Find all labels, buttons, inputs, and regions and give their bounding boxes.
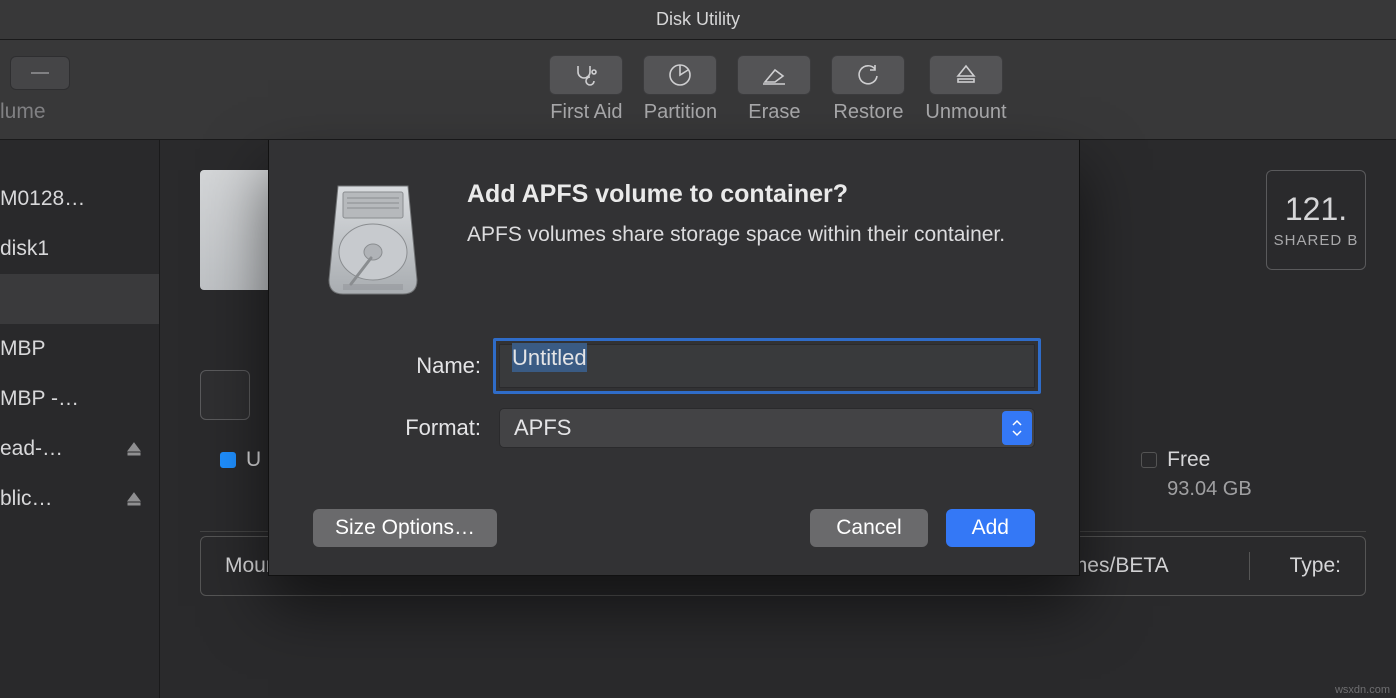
toolbar-left-label: lume [0, 100, 46, 124]
window-title: Disk Utility [656, 9, 740, 30]
type-label: Type: [1290, 554, 1341, 578]
eraser-icon [761, 64, 787, 86]
sidebar-item-label: disk1 [0, 237, 49, 261]
eject-icon[interactable] [125, 490, 143, 508]
eject-icon[interactable] [125, 440, 143, 458]
format-value: APFS [514, 415, 571, 441]
eject-icon [955, 63, 977, 87]
capacity-value: 121. [1285, 191, 1347, 228]
format-select[interactable]: APFS [499, 408, 1035, 448]
toolbar-label: Partition [644, 101, 717, 124]
toolbar-label: Restore [833, 101, 903, 124]
sidebar-item-label: MBP [0, 337, 46, 361]
erase-button[interactable] [737, 55, 811, 95]
legend-used: U [220, 448, 261, 501]
toolbar-item-partition[interactable]: Partition [643, 55, 717, 124]
add-volume-sheet: Add APFS volume to container? APFS volum… [268, 140, 1080, 576]
stethoscope-icon [572, 63, 600, 87]
watermark: wsxdn.com [1335, 684, 1390, 696]
partition-button[interactable] [643, 55, 717, 95]
form-row-name: Name: Untitled [313, 344, 1035, 388]
name-label: Name: [313, 353, 499, 379]
toolbar-item-unmount[interactable]: Unmount [925, 55, 1006, 124]
toolbar-item-restore[interactable]: Restore [831, 55, 905, 124]
sheet-form: Name: Untitled Format: APFS [313, 344, 1035, 448]
select-arrows-icon [1002, 411, 1032, 445]
sidebar-item[interactable]: disk1 [0, 224, 159, 274]
sidebar-item-label: ead-… [0, 437, 63, 461]
legend-swatch-free [1141, 452, 1157, 468]
sidebar: M0128… disk1 MBP MBP -… ead-… blic… [0, 140, 160, 698]
toolbar-label: Unmount [925, 101, 1006, 124]
legend-used-label: U [246, 448, 261, 472]
name-input[interactable]: Untitled [499, 344, 1035, 388]
toolbar-label: Erase [748, 101, 800, 124]
toolbar-item-firstaid[interactable]: First Aid [549, 55, 623, 124]
legend-free: Free 93.04 GB [1141, 448, 1252, 501]
titlebar: Disk Utility [0, 0, 1396, 40]
toolbar: lume First Aid Partition [0, 40, 1396, 140]
sheet-title: Add APFS volume to container? [467, 180, 1005, 209]
sidebar-item-label: blic… [0, 487, 53, 511]
usage-segment [200, 370, 250, 420]
restore-icon [855, 63, 881, 87]
unmount-button[interactable] [929, 55, 1003, 95]
toolbar-left-group: lume [0, 56, 160, 124]
sidebar-item[interactable]: M0128… [0, 174, 159, 224]
sidebar-item[interactable]: blic… [0, 474, 159, 524]
capacity-subtitle: SHARED B [1274, 232, 1359, 249]
minus-icon [31, 72, 49, 74]
cancel-button[interactable]: Cancel [810, 509, 927, 547]
toolbar-label: First Aid [550, 101, 622, 124]
sidebar-item[interactable]: MBP [0, 324, 159, 374]
name-input-value: Untitled [512, 343, 587, 372]
pie-icon [667, 62, 693, 88]
size-options-button[interactable]: Size Options… [313, 509, 497, 547]
sheet-subtitle: APFS volumes share storage space within … [467, 223, 1005, 247]
remove-volume-button[interactable] [10, 56, 70, 90]
add-button[interactable]: Add [946, 509, 1035, 547]
capacity-summary: 121. SHARED B [1266, 170, 1366, 270]
sheet-button-row: Size Options… Cancel Add [313, 509, 1035, 547]
toolbar-item-erase[interactable]: Erase [737, 55, 811, 124]
legend-free-value: 93.04 GB [1141, 478, 1252, 501]
info-divider [1249, 552, 1250, 580]
sidebar-item-label: M0128… [0, 187, 85, 211]
drive-icon-large [313, 180, 433, 300]
form-row-format: Format: APFS [313, 408, 1035, 448]
sidebar-item-selected[interactable] [0, 274, 159, 324]
legend-swatch-used [220, 452, 236, 468]
legend-free-label: Free [1167, 448, 1210, 472]
sidebar-item[interactable]: ead-… [0, 424, 159, 474]
sheet-header: Add APFS volume to container? APFS volum… [467, 180, 1005, 247]
restore-button[interactable] [831, 55, 905, 95]
format-label: Format: [313, 415, 499, 441]
first-aid-button[interactable] [549, 55, 623, 95]
sidebar-item[interactable]: MBP -… [0, 374, 159, 424]
sidebar-item-label: MBP -… [0, 387, 79, 411]
toolbar-center: First Aid Partition Erase [160, 55, 1396, 124]
